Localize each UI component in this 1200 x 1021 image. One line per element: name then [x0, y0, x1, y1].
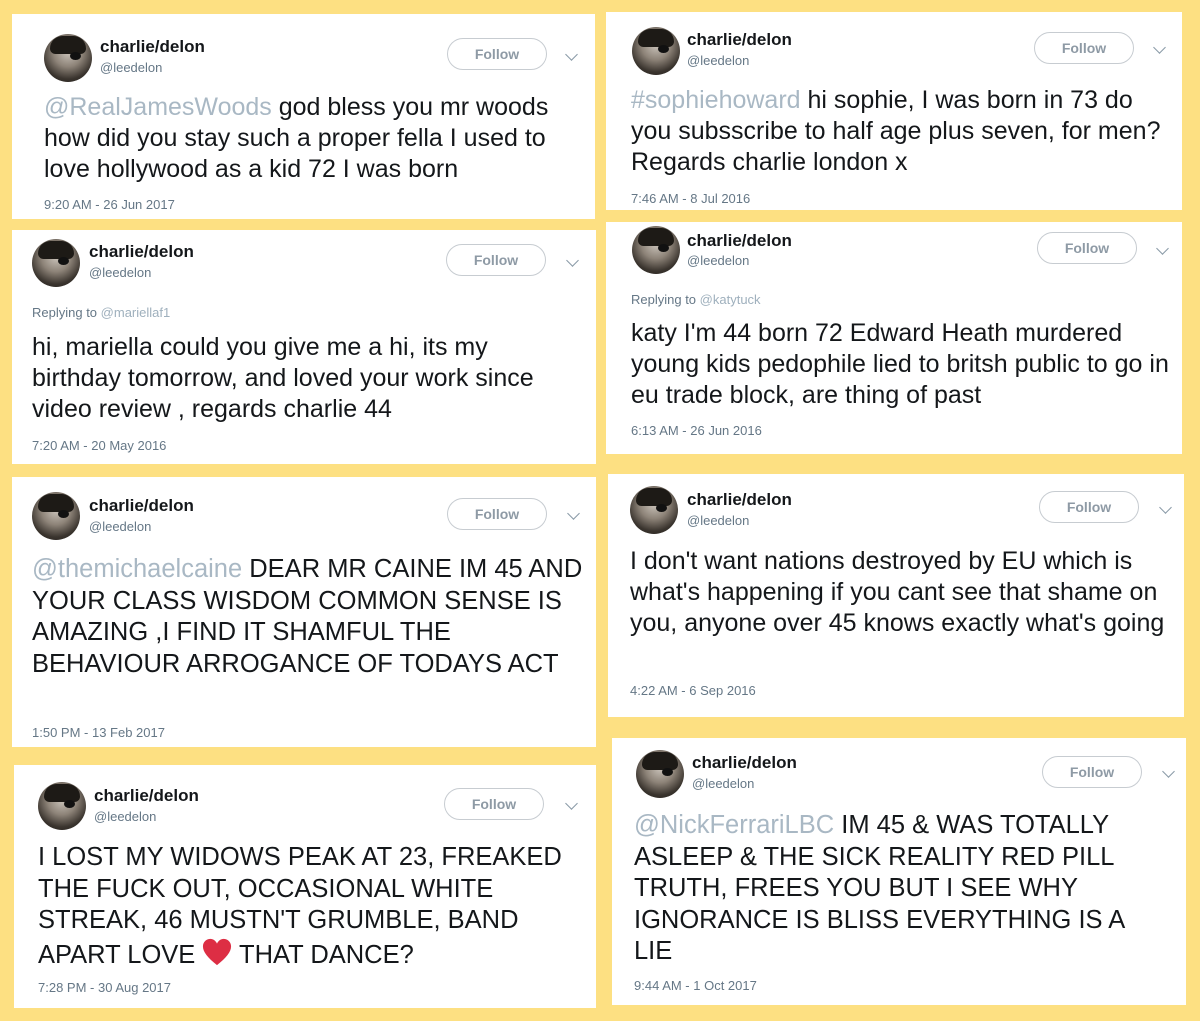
tweet-text: I LOST MY WIDOWS PEAK AT 23, FREAKED THE…: [38, 843, 562, 969]
user-name[interactable]: charlie/delon: [100, 37, 205, 57]
user-handle[interactable]: @leedelon: [100, 60, 162, 75]
tweet-card: charlie/delon @leedelon Follow I don't w…: [608, 474, 1184, 717]
tweet-card: charlie/delon @leedelon Follow Replying …: [12, 230, 596, 464]
mention-link[interactable]: @RealJamesWoods: [44, 93, 272, 121]
follow-button[interactable]: Follow: [446, 244, 546, 276]
avatar[interactable]: [630, 486, 678, 534]
mention-link[interactable]: @NickFerrariLBC: [634, 811, 834, 839]
tweet-timestamp[interactable]: 7:20 AM - 20 May 2016: [32, 438, 166, 453]
follow-button[interactable]: Follow: [1034, 32, 1134, 64]
user-handle[interactable]: @leedelon: [687, 53, 749, 68]
tweet-timestamp[interactable]: 6:13 AM - 26 Jun 2016: [631, 423, 762, 438]
follow-button[interactable]: Follow: [1042, 756, 1142, 788]
replying-to: Replying to @katytuck: [631, 292, 761, 307]
follow-button[interactable]: Follow: [1039, 491, 1139, 523]
user-name[interactable]: charlie/delon: [89, 496, 194, 516]
chevron-down-icon[interactable]: [1159, 501, 1172, 514]
avatar[interactable]: [44, 34, 92, 82]
tweet-text: #sophiehoward hi sophie, I was born in 7…: [631, 86, 1161, 176]
user-name[interactable]: charlie/delon: [94, 786, 199, 806]
chevron-down-icon[interactable]: [1156, 242, 1169, 255]
avatar[interactable]: [38, 782, 86, 830]
tweet-timestamp[interactable]: 7:28 PM - 30 Aug 2017: [38, 980, 171, 995]
avatar[interactable]: [632, 27, 680, 75]
chevron-down-icon[interactable]: [565, 797, 578, 810]
follow-button[interactable]: Follow: [1037, 232, 1137, 264]
tweet-text: I don't want nations destroyed by EU whi…: [630, 547, 1165, 637]
tweet-card: charlie/delon @leedelon Follow @themicha…: [12, 477, 596, 747]
mention-link[interactable]: @themichaelcaine: [32, 555, 242, 583]
tweet-text: hi, mariella could you give me a hi, its…: [32, 333, 534, 423]
tweet-text: katy I'm 44 born 72 Edward Heath murdere…: [631, 319, 1169, 409]
user-name[interactable]: charlie/delon: [687, 30, 792, 50]
user-handle[interactable]: @leedelon: [692, 776, 754, 791]
tweet-card: charlie/delon @leedelon Follow @NickFerr…: [612, 738, 1186, 1005]
tweet-timestamp[interactable]: 9:20 AM - 26 Jun 2017: [44, 197, 175, 212]
follow-button[interactable]: Follow: [444, 788, 544, 820]
tweet-timestamp[interactable]: 4:22 AM - 6 Sep 2016: [630, 683, 756, 698]
chevron-down-icon[interactable]: [565, 48, 578, 61]
user-name[interactable]: charlie/delon: [687, 231, 792, 251]
follow-button[interactable]: Follow: [447, 38, 547, 70]
tweet-timestamp[interactable]: 9:44 AM - 1 Oct 2017: [634, 978, 757, 993]
avatar[interactable]: [636, 750, 684, 798]
tweet-card: charlie/delon @leedelon Follow Replying …: [606, 222, 1182, 454]
tweet-card: charlie/delon @leedelon Follow @RealJame…: [12, 14, 595, 219]
tweet-card: charlie/delon @leedelon Follow I LOST MY…: [14, 765, 596, 1008]
user-handle[interactable]: @leedelon: [89, 519, 151, 534]
heart-icon: [203, 938, 232, 965]
user-handle[interactable]: @leedelon: [687, 253, 749, 268]
user-handle[interactable]: @leedelon: [687, 513, 749, 528]
follow-button[interactable]: Follow: [447, 498, 547, 530]
chevron-down-icon[interactable]: [1153, 41, 1166, 54]
chevron-down-icon[interactable]: [1162, 765, 1175, 778]
avatar[interactable]: [32, 492, 80, 540]
avatar[interactable]: [632, 226, 680, 274]
reply-mention-link[interactable]: @katytuck: [700, 292, 761, 307]
user-name[interactable]: charlie/delon: [89, 242, 194, 262]
user-handle[interactable]: @leedelon: [89, 265, 151, 280]
user-name[interactable]: charlie/delon: [692, 753, 797, 773]
user-name[interactable]: charlie/delon: [687, 490, 792, 510]
tweet-card: charlie/delon @leedelon Follow #sophieho…: [606, 12, 1182, 210]
chevron-down-icon[interactable]: [566, 254, 579, 267]
user-handle[interactable]: @leedelon: [94, 809, 156, 824]
tweet-timestamp[interactable]: 7:46 AM - 8 Jul 2016: [631, 191, 750, 206]
chevron-down-icon[interactable]: [567, 507, 580, 520]
reply-mention-link[interactable]: @mariellaf1: [101, 305, 171, 320]
tweet-timestamp[interactable]: 1:50 PM - 13 Feb 2017: [32, 725, 165, 740]
avatar[interactable]: [32, 239, 80, 287]
replying-to: Replying to @mariellaf1: [32, 305, 171, 320]
tweet-text: @RealJamesWoods god bless you mr woods h…: [44, 93, 549, 183]
tweet-text: @NickFerrariLBC IM 45 & WAS TOTALLY ASLE…: [634, 811, 1124, 965]
tweet-text: @themichaelcaine DEAR MR CAINE IM 45 AND…: [32, 555, 583, 678]
hashtag-link[interactable]: #sophiehoward: [631, 86, 801, 114]
